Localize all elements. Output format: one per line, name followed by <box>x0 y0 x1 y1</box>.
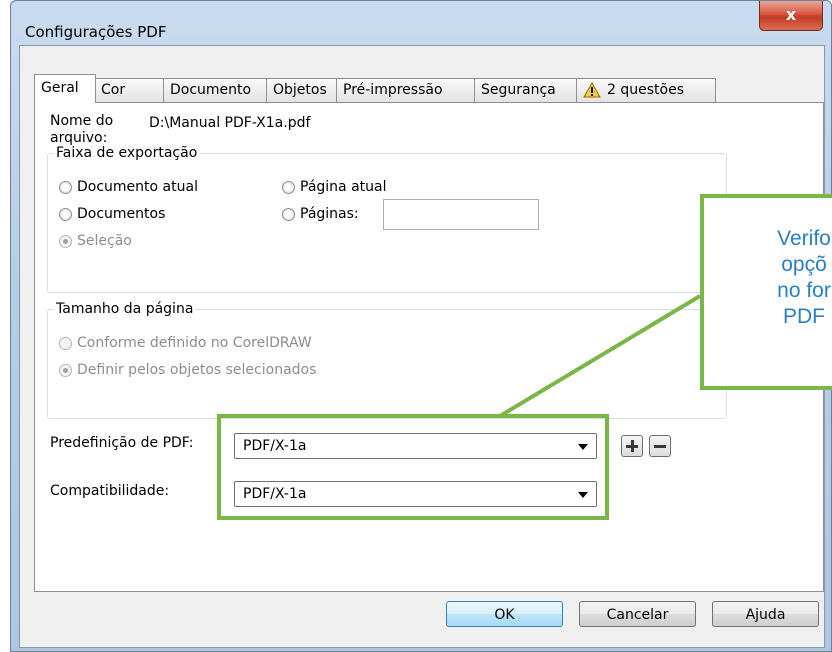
tab-geral[interactable]: Geral <box>34 74 96 103</box>
tab-label: Geral <box>41 80 79 96</box>
callout-text: Verifo opçõ no for PDF <box>777 227 831 328</box>
annotation-callout: Verifo opçõ no for PDF <box>700 194 832 390</box>
